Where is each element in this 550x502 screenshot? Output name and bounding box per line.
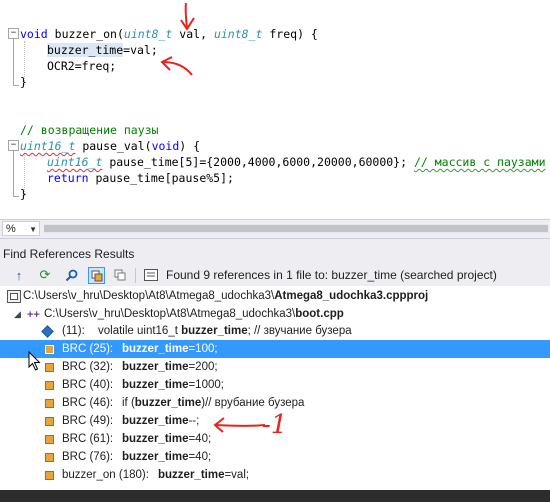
annotation-label: -1 xyxy=(262,410,288,440)
ref-location: BRC (49): xyxy=(62,415,114,427)
file-path: C:\Users\v_hru\Desktop\At8\Atmega8_udoch… xyxy=(44,308,344,320)
chevron-down-icon: ▼ xyxy=(29,225,37,234)
code-line: } xyxy=(20,75,27,89)
reference-row[interactable]: BRC (40): buzzer_time=1000; xyxy=(0,376,550,394)
horizontal-scrollbar[interactable] xyxy=(44,224,548,233)
code-editor[interactable]: − − void buzzer_on(uint8_t val, uint8_t … xyxy=(0,0,550,219)
zoom-value: % xyxy=(6,223,16,235)
fold-guide-end xyxy=(13,196,19,197)
filter-icon[interactable] xyxy=(88,267,105,284)
collapse-toggle-icon[interactable]: − xyxy=(8,140,19,151)
project-icon xyxy=(7,290,21,303)
ref-code: buzzer_time=100; xyxy=(122,343,218,355)
code-line: OCR2=freq; xyxy=(47,59,117,73)
reference-row[interactable]: BRC (25): buzzer_time=100; xyxy=(0,340,550,358)
ref-location: BRC (32): xyxy=(62,361,114,373)
reference-icon xyxy=(45,453,54,462)
zoom-dropdown[interactable]: % ▼ xyxy=(2,221,40,236)
panel-title: Find References Results xyxy=(0,245,550,264)
code-line: void buzzer_on(uint8_t val, uint8_t freq… xyxy=(20,27,318,41)
ref-code: buzzer_time=40; xyxy=(122,451,212,463)
results-list-icon[interactable] xyxy=(143,267,159,283)
reference-declaration[interactable]: (11): volatile uint16_t buzzer_time; // … xyxy=(0,322,550,340)
expand-arrow-icon[interactable]: ◢ xyxy=(14,305,21,323)
project-path: C:\Users\v_hru\Desktop\At8\Atmega8_udoch… xyxy=(23,290,429,302)
code-line: } xyxy=(20,187,27,201)
ref-location: (11): xyxy=(62,325,85,337)
reference-icon xyxy=(45,471,54,480)
reference-icon xyxy=(45,399,54,408)
mouse-cursor-icon xyxy=(28,351,41,371)
highlighted-reference: buzzer_time xyxy=(47,43,124,57)
reference-icon xyxy=(45,381,54,390)
reference-row[interactable]: BRC (76): buzzer_time=40; xyxy=(0,448,550,466)
reference-row[interactable]: buzzer_on (180): buzzer_time=val; xyxy=(0,466,550,484)
code-line: buzzer_time=val; xyxy=(47,43,158,57)
ref-code: buzzer_time=40; xyxy=(122,433,212,445)
reference-icon xyxy=(45,417,54,426)
fold-guide xyxy=(13,151,14,196)
reference-icon xyxy=(45,363,54,372)
reference-icon xyxy=(45,435,54,444)
scrollbar-thumb[interactable] xyxy=(44,225,548,232)
tree-item-project[interactable]: C:\Users\v_hru\Desktop\At8\Atmega8_udoch… xyxy=(0,287,550,305)
ref-location: BRC (25): xyxy=(62,343,114,355)
ref-code: buzzer_time=200; xyxy=(122,361,218,373)
ref-code: buzzer_time=val; xyxy=(158,469,250,481)
panel-splitter[interactable] xyxy=(0,238,550,245)
results-summary: Found 9 references in 1 file to: buzzer_… xyxy=(166,268,497,282)
code-line: return pause_time[pause%5]; xyxy=(47,171,234,185)
code-comment: // возвращение паузы xyxy=(20,123,159,137)
arrow-up-icon[interactable]: ↑ xyxy=(11,267,27,283)
code-line: uint16_t pause_time[5]={2000,4000,6000,2… xyxy=(47,155,546,169)
search-icon[interactable] xyxy=(63,267,79,283)
results-tree[interactable]: C:\Users\v_hru\Desktop\At8\Atmega8_udoch… xyxy=(0,286,550,490)
copy-icon[interactable] xyxy=(112,267,128,283)
ref-location: buzzer_on (180): xyxy=(62,469,149,481)
ref-location: BRC (61): xyxy=(62,433,114,445)
ref-code: buzzer_time--; xyxy=(122,415,200,427)
fold-guide xyxy=(13,39,14,85)
ref-location: BRC (40): xyxy=(62,379,114,391)
results-toolbar: ↑ ⟳ Found 9 references in 1 file to: buz… xyxy=(0,264,550,286)
fold-guide-end xyxy=(13,85,19,86)
ref-location: BRC (76): xyxy=(62,451,114,463)
refresh-icon[interactable]: ⟳ xyxy=(37,267,53,283)
code-line: uint16_t pause_val(void) { xyxy=(20,139,201,153)
reference-row[interactable]: BRC (32): buzzer_time=200; xyxy=(0,358,550,376)
variable-icon xyxy=(41,325,54,338)
ref-location: BRC (46): xyxy=(62,397,114,409)
reference-icon xyxy=(45,345,54,354)
bottom-tab-strip xyxy=(0,490,550,502)
collapse-toggle-icon[interactable]: − xyxy=(8,28,19,39)
ref-code: volatile uint16_t buzzer_time; // звучан… xyxy=(98,325,352,337)
toolbar-divider xyxy=(135,268,136,283)
tree-item-file[interactable]: ◢ ++ C:\Users\v_hru\Desktop\At8\Atmega8_… xyxy=(0,305,550,323)
editor-status-bar: % ▼ xyxy=(0,219,550,238)
ref-code: buzzer_time=1000; xyxy=(122,379,224,391)
